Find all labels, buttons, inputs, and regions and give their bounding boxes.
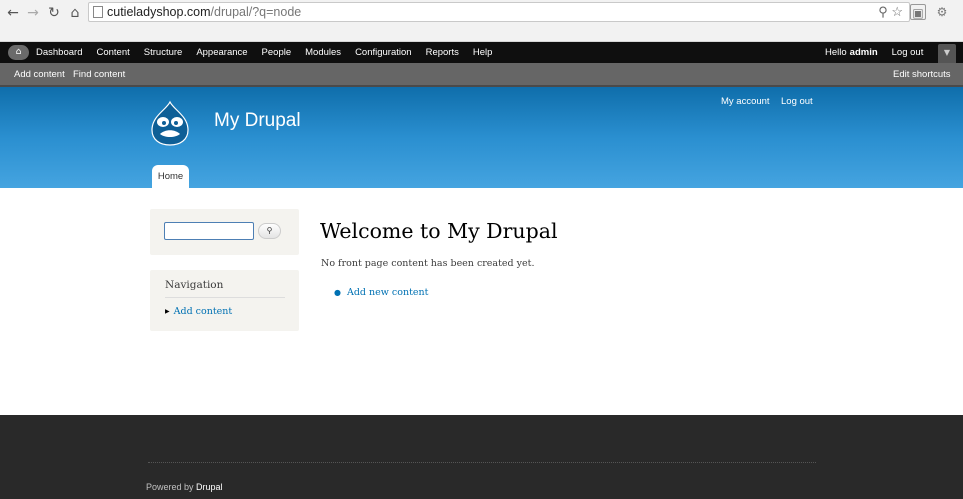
url-host: cutieladyshop.com [107, 5, 211, 19]
powered-by: Powered by Drupal [146, 482, 223, 492]
shortcuts-toggle-icon[interactable]: ▼ [938, 44, 956, 63]
page-title: Welcome to My Drupal [320, 219, 558, 243]
toolbar-item-content[interactable]: Content [96, 42, 129, 63]
shortcut-find-content[interactable]: Find content [73, 63, 125, 87]
nav-item-label[interactable]: Add content [174, 306, 233, 317]
address-bar[interactable]: cutieladyshop.com/drupal/?q=node ⚲ ☆ [88, 2, 910, 22]
navigation-title: Navigation [165, 279, 224, 291]
back-arrow-icon[interactable]: ← [4, 4, 22, 22]
front-page-message: No front page content has been created y… [321, 258, 535, 269]
bullet-icon: ● [334, 288, 341, 297]
home-icon[interactable]: ⌂ [66, 4, 84, 22]
site-footer: Powered by Drupal [0, 415, 963, 499]
wrench-icon[interactable]: ⚙ [934, 4, 950, 20]
site-name[interactable]: My Drupal [214, 110, 301, 132]
toolbar-item-reports[interactable]: Reports [426, 42, 459, 63]
header-logout-link[interactable]: Log out [781, 96, 813, 107]
search-input[interactable] [164, 222, 254, 240]
search-block: ⚲ [150, 209, 299, 255]
shortcut-add-content[interactable]: Add content [14, 63, 65, 87]
extension-icon[interactable]: ▣ [910, 4, 926, 20]
add-new-content-item[interactable]: ● Add new content [334, 287, 428, 298]
toolbar-item-configuration[interactable]: Configuration [355, 42, 412, 63]
shortcuts-bar: Add content Find content Edit shortcuts [0, 63, 963, 87]
search-button[interactable]: ⚲ [258, 223, 281, 239]
add-new-content-link[interactable]: Add new content [347, 287, 428, 298]
toolbar-logout-link[interactable]: Log out [892, 42, 924, 63]
navigation-block: Navigation ▶ Add content [150, 270, 299, 331]
navigation-divider [165, 297, 285, 298]
powered-prefix: Powered by [146, 482, 194, 492]
key-icon[interactable]: ⚲ [878, 4, 888, 19]
edit-shortcuts-link[interactable]: Edit shortcuts [893, 63, 951, 87]
toolbar-item-structure[interactable]: Structure [144, 42, 183, 63]
footer-divider [148, 462, 816, 463]
toolbar-item-people[interactable]: People [262, 42, 292, 63]
nav-item-add-content[interactable]: ▶ Add content [165, 306, 232, 317]
toolbar-item-dashboard[interactable]: Dashboard [36, 42, 82, 63]
username[interactable]: admin [850, 47, 878, 58]
triangle-right-icon: ▶ [165, 308, 170, 315]
toolbar-home-icon[interactable]: ⌂ [8, 45, 29, 60]
toolbar-menu: Dashboard Content Structure Appearance P… [36, 42, 506, 63]
toolbar-item-appearance[interactable]: Appearance [196, 42, 247, 63]
hello-prefix: Hello [825, 47, 847, 58]
site-header: My Drupal My account Log out Home [0, 87, 963, 188]
tab-home[interactable]: Home [152, 165, 189, 188]
browser-chrome: ← → ↻ ⌂ cutieladyshop.com/drupal/?q=node… [0, 0, 963, 42]
search-icon: ⚲ [266, 226, 273, 235]
forward-arrow-icon[interactable]: → [24, 4, 42, 22]
drupal-link[interactable]: Drupal [196, 482, 223, 492]
page-icon [93, 6, 103, 18]
my-account-link[interactable]: My account [721, 96, 770, 107]
hello-text: Hello admin [825, 42, 878, 63]
drupal-logo-icon[interactable] [148, 100, 192, 146]
star-icon[interactable]: ☆ [891, 4, 903, 19]
toolbar-user: Hello admin Log out [825, 42, 937, 63]
admin-toolbar: ⌂ Dashboard Content Structure Appearance… [0, 42, 963, 63]
url-path: /drupal/?q=node [210, 5, 302, 19]
toolbar-item-modules[interactable]: Modules [305, 42, 341, 63]
toolbar-item-help[interactable]: Help [473, 42, 493, 63]
reload-icon[interactable]: ↻ [45, 4, 63, 22]
